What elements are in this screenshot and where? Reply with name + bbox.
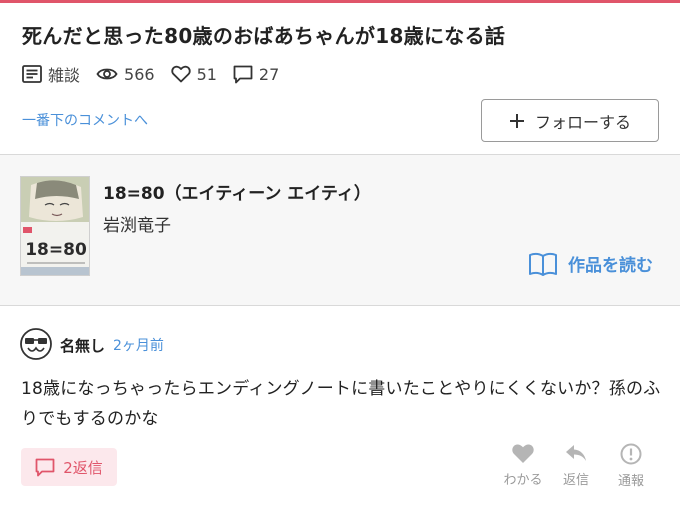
comment-username[interactable]: 名無し [60, 335, 105, 356]
read-work-button[interactable]: 作品を読む [528, 251, 653, 276]
follow-button-label: フォローする [534, 112, 631, 132]
report-comment-button[interactable]: 通報 [613, 443, 649, 489]
speech-bubble-icon [35, 458, 55, 476]
jump-to-bottom-comment-link[interactable]: 一番下のコメントへ [22, 110, 148, 130]
post-title: 死んだと思った80歳のおばあちゃんが18歳になる話 [22, 24, 506, 48]
work-author[interactable]: 岩渕竜子 [103, 211, 171, 236]
category-label: 雑談 [48, 66, 81, 85]
post-meta: 雑談 566 51 27 [22, 62, 295, 86]
category-tag[interactable]: 雑談 [22, 62, 80, 86]
comment-body: 18歳になっちゃったらエンディングノートに書いたことやりにくくないか？孫のふりで… [21, 379, 661, 429]
comment-timestamp: 2ヶ月前 [113, 338, 164, 354]
glasses-face-icon [20, 328, 52, 360]
open-book-icon [529, 252, 557, 276]
eye-icon [96, 68, 118, 80]
work-cover-image[interactable]: 18=80 [20, 176, 90, 276]
exclamation-circle-icon [620, 443, 642, 465]
heart-outline-icon [170, 65, 191, 83]
work-title[interactable]: 18=80（エイティーン エイティ） [103, 179, 371, 204]
list-document-icon [22, 65, 42, 83]
report-comment-label: 通報 [617, 474, 644, 489]
top-accent-rule [0, 0, 680, 3]
replies-button-label: 2返信 [63, 458, 103, 477]
like-comment-button[interactable]: わかる [501, 443, 545, 488]
comment-count[interactable]: 27 [233, 65, 279, 84]
follow-button[interactable]: フォローする [481, 99, 659, 142]
like-comment-label: わかる [503, 473, 543, 488]
avatar[interactable] [20, 328, 52, 360]
view-count: 566 [96, 65, 155, 84]
view-count-value: 566 [124, 64, 155, 84]
like-count-value: 51 [196, 64, 217, 84]
read-work-label: 作品を読む [568, 256, 653, 276]
cover-title-text: 18=80 [25, 240, 87, 260]
reply-comment-label: 返信 [562, 473, 589, 488]
reply-arrow-icon [566, 445, 586, 461]
replies-button[interactable]: 2返信 [21, 448, 117, 486]
speech-bubble-icon [233, 65, 253, 83]
heart-icon [512, 444, 534, 463]
like-count[interactable]: 51 [170, 64, 217, 84]
reply-comment-button[interactable]: 返信 [558, 443, 594, 488]
comment-count-value: 27 [258, 64, 280, 84]
work-card[interactable]: 18=80 18=80（エイティーン エイティ） 岩渕竜子 作品を読む [0, 154, 680, 306]
plus-icon [509, 113, 524, 128]
